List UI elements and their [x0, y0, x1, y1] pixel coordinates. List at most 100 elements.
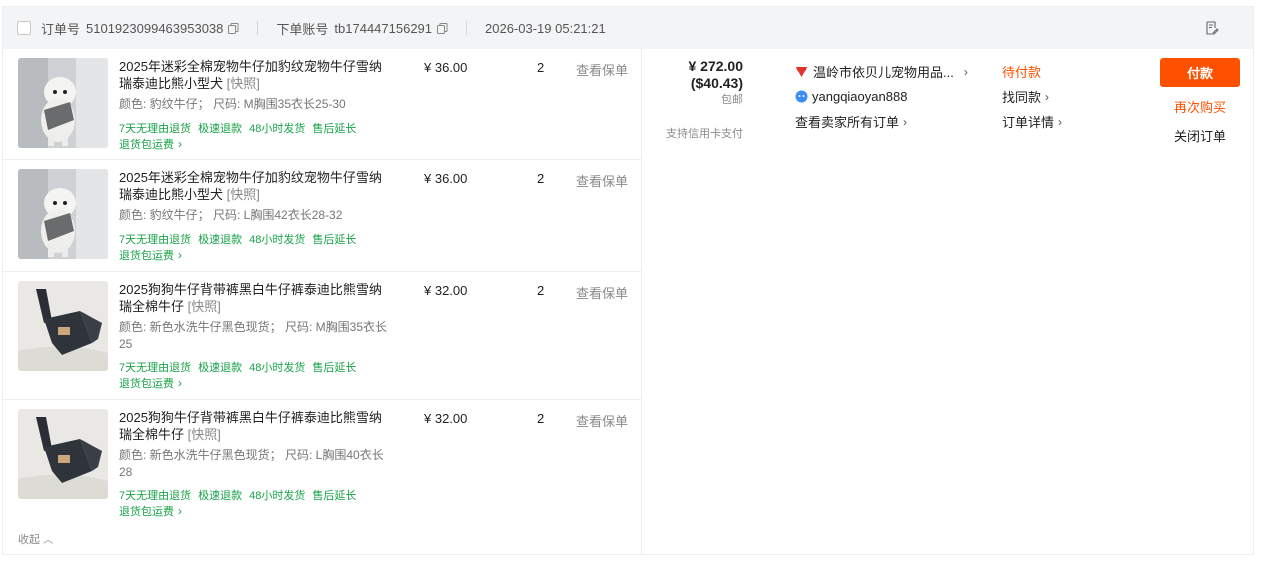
snapshot-link[interactable]: [快照]: [227, 187, 260, 202]
service-tag: 售后延长: [312, 362, 357, 374]
product-image[interactable]: [18, 58, 108, 148]
product-image[interactable]: [18, 409, 108, 499]
unit-price: ¥ 36.00: [424, 171, 468, 186]
close-order-button[interactable]: 关闭订单: [1160, 126, 1240, 145]
copy-icon[interactable]: [437, 22, 448, 34]
chevron-right-icon: ›: [178, 137, 182, 151]
product-title[interactable]: 2025年迷彩全棉宠物牛仔加豹纹宠物牛仔雪纳瑞泰迪比熊小型犬 [快照]: [119, 58, 389, 92]
order-account: 下单账号 tb174447156291: [276, 19, 448, 38]
service-tag: 7天无理由退货: [119, 234, 192, 246]
order-body: 2025年迷彩全棉宠物牛仔加豹纹宠物牛仔雪纳瑞泰迪比熊小型犬 [快照] 颜色: …: [3, 49, 1253, 554]
rebuy-button[interactable]: 再次购买: [1160, 97, 1240, 116]
chevron-right-icon: ›: [963, 64, 968, 79]
service-tag: 售后延长: [312, 234, 357, 246]
order-datetime: 2026-03-19 05:21:21: [485, 20, 606, 36]
order-number-label: 订单号: [41, 21, 81, 37]
chevron-right-icon: ›: [178, 248, 182, 262]
collapse-toggle[interactable]: 收起 ︿: [18, 531, 53, 547]
pay-button[interactable]: 付款: [1160, 58, 1240, 87]
order-number-value: 5101923099463953038: [86, 20, 224, 36]
snapshot-link[interactable]: [快照]: [188, 299, 221, 314]
service-tag: 48小时发货: [249, 123, 306, 135]
service-tags: 7天无理由退货 极速退款 48小时发货 售后延长: [119, 231, 363, 247]
status-badge: 待付款: [1002, 65, 1042, 80]
order-account-value: tb174447156291: [334, 20, 433, 36]
service-tags: 7天无理由退货 极速退款 48小时发货 售后延长: [119, 359, 363, 375]
product-image[interactable]: [18, 169, 108, 259]
shop-link[interactable]: 温岭市依贝儿宠物用品... ›: [795, 59, 995, 84]
order-status: 待付款 找同款 › 订单详情 ›: [1002, 59, 1122, 134]
quantity: 2: [537, 411, 545, 426]
total-amount-usd: ($40.43): [690, 75, 743, 91]
chevron-right-icon: ›: [1045, 89, 1050, 104]
white-dog-photo-icon: [18, 58, 108, 148]
return-shipping-link[interactable]: 退货包运费 ›: [119, 503, 182, 519]
order-detail-link[interactable]: 订单详情 ›: [1002, 109, 1122, 134]
quantity: 2: [537, 171, 545, 186]
return-shipping-link[interactable]: 退货包运费 ›: [119, 136, 182, 152]
service-tag: 48小时发货: [249, 362, 306, 374]
chevron-up-icon: ︿: [43, 535, 54, 546]
total-amount: ¥ 272.00: [688, 58, 744, 74]
return-shipping-link[interactable]: 退货包运费 ›: [119, 375, 182, 391]
denim-overall-photo-icon: [18, 281, 108, 371]
order-number: 订单号 5101923099463953038: [41, 19, 239, 38]
service-tag: 售后延长: [312, 123, 357, 135]
seller-all-orders-link[interactable]: 查看卖家所有订单 ›: [795, 109, 995, 134]
view-policy-link[interactable]: 查看保单: [576, 283, 628, 302]
service-tag: 7天无理由退货: [119, 490, 192, 502]
copy-icon[interactable]: [228, 22, 239, 34]
product-title-text[interactable]: 2025狗狗牛仔背带裤黑白牛仔裤泰迪比熊雪纳瑞全棉牛仔: [119, 410, 382, 442]
snapshot-link[interactable]: [快照]: [227, 76, 260, 91]
order-account-label: 下单账号: [276, 21, 329, 37]
product-title[interactable]: 2025狗狗牛仔背带裤黑白牛仔裤泰迪比熊雪纳瑞全棉牛仔 [快照]: [119, 281, 389, 315]
order-header: 订单号 5101923099463953038 下单账号 tb174447156…: [3, 7, 1253, 49]
service-tags: 7天无理由退货 极速退款 48小时发货 售后延长: [119, 487, 363, 503]
order-select-checkbox[interactable]: [17, 21, 31, 35]
shipping-note: 包邮: [721, 94, 743, 106]
shop-name[interactable]: 温岭市依贝儿宠物用品...: [813, 62, 954, 81]
product-title-text[interactable]: 2025狗狗牛仔背带裤黑白牛仔裤泰迪比熊雪纳瑞全棉牛仔: [119, 282, 382, 314]
view-policy-link[interactable]: 查看保单: [576, 171, 628, 190]
order-item: 2025年迷彩全棉宠物牛仔加豹纹宠物牛仔雪纳瑞泰迪比熊小型犬 [快照] 颜色: …: [3, 160, 642, 272]
return-shipping-link[interactable]: 退货包运费 ›: [119, 247, 182, 263]
product-spec: 颜色: 新色水洗牛仔黑色现货； 尺码: M胸围35衣长25: [119, 320, 388, 351]
service-tag: 7天无理由退货: [119, 362, 192, 374]
service-tag: 极速退款: [198, 234, 243, 246]
white-dog-photo-icon: [18, 169, 108, 259]
wangwang-contact[interactable]: yangqiaoyan888: [795, 84, 995, 109]
product-image[interactable]: [18, 281, 108, 371]
header-divider: [257, 21, 259, 35]
service-tags: 7天无理由退货 极速退款 48小时发货 售后延长: [119, 120, 363, 136]
product-title[interactable]: 2025狗狗牛仔背带裤黑白牛仔裤泰迪比熊雪纳瑞全棉牛仔 [快照]: [119, 409, 389, 443]
seller-info: 温岭市依贝儿宠物用品... › yangqiaoyan888 查看卖家所有订单 …: [795, 59, 995, 134]
view-policy-link[interactable]: 查看保单: [576, 411, 628, 430]
chat-icon: [795, 90, 808, 103]
unit-price: ¥ 32.00: [424, 411, 468, 426]
unit-price: ¥ 32.00: [424, 283, 468, 298]
snapshot-link[interactable]: [快照]: [188, 427, 221, 442]
seller-wangwang-id[interactable]: yangqiaoyan888: [812, 89, 907, 104]
service-tag: 7天无理由退货: [119, 123, 192, 135]
product-spec: 颜色: 豹纹牛仔； 尺码: M胸围35衣长25-30: [119, 97, 346, 111]
product-spec: 颜色: 豹纹牛仔； 尺码: L胸围42衣长28-32: [119, 208, 343, 222]
order-detail-label[interactable]: 订单详情: [1002, 112, 1054, 131]
service-tag: 48小时发货: [249, 234, 306, 246]
seller-all-orders-label[interactable]: 查看卖家所有订单: [795, 112, 899, 131]
header-divider: [466, 21, 468, 35]
find-similar-label[interactable]: 找同款: [1002, 87, 1041, 106]
return-shipping-label: 退货包运费: [119, 250, 174, 262]
return-shipping-label: 退货包运费: [119, 506, 174, 518]
view-policy-link[interactable]: 查看保单: [576, 60, 628, 79]
service-tag: 售后延长: [312, 490, 357, 502]
denim-overall-photo-icon: [18, 409, 108, 499]
service-tag: 极速退款: [198, 123, 243, 135]
service-tag: 极速退款: [198, 362, 243, 374]
chevron-right-icon: ›: [178, 376, 182, 390]
product-spec: 颜色: 新色水洗牛仔黑色现货； 尺码: L胸围40衣长28: [119, 448, 384, 479]
find-similar-link[interactable]: 找同款 ›: [1002, 84, 1122, 109]
order-item: 2025狗狗牛仔背带裤黑白牛仔裤泰迪比熊雪纳瑞全棉牛仔 [快照] 颜色: 新色水…: [3, 272, 642, 400]
note-edit-icon[interactable]: [1205, 21, 1219, 35]
product-title[interactable]: 2025年迷彩全棉宠物牛仔加豹纹宠物牛仔雪纳瑞泰迪比熊小型犬 [快照]: [119, 169, 389, 203]
order-actions: 付款 再次购买 关闭订单: [1160, 58, 1240, 145]
